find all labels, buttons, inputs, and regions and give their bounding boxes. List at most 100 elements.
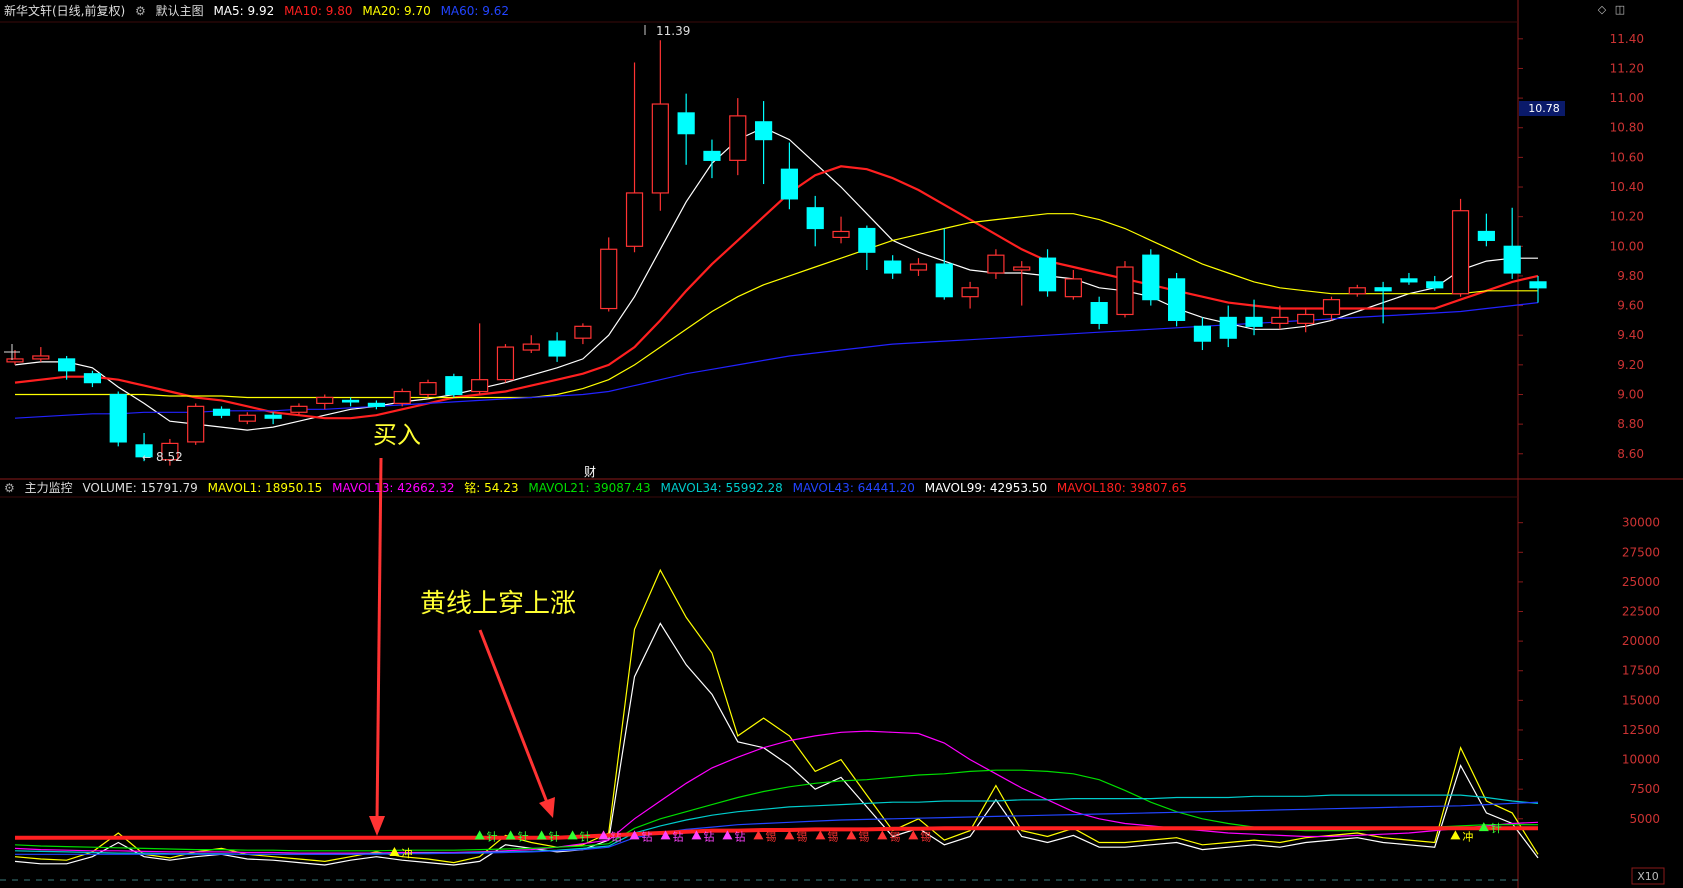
stock-name[interactable]: 新华文轩(日线,前复权) [4, 4, 125, 18]
candle[interactable] [1142, 249, 1160, 306]
settings-gear-icon[interactable]: ⚙ [135, 4, 146, 18]
volume-lines [14, 568, 1539, 866]
candle[interactable] [445, 373, 463, 398]
candle[interactable] [1193, 317, 1212, 351]
candle[interactable] [1477, 213, 1495, 247]
candle[interactable] [961, 281, 979, 309]
signal-label: 针 [580, 829, 591, 843]
volume-tick-label: 15000 [1622, 693, 1660, 707]
mavol99-value: MAVOL99: 42953.50 [924, 481, 1048, 495]
volume-tick-label: 5000 [1629, 812, 1660, 826]
main-chart-header: 新华文轩(日线,前复权) ⚙ 默认主图 MA5: 9.92 MA10: 9.80… [4, 1, 515, 21]
price-tick-label: 8.80 [1617, 417, 1644, 431]
signal-triangle [389, 846, 400, 856]
signal-triangle [815, 830, 826, 840]
candle[interactable] [1064, 270, 1082, 300]
candle[interactable] [1168, 272, 1186, 327]
candle[interactable] [83, 370, 102, 388]
price-tick-label: 9.60 [1617, 299, 1644, 313]
candle[interactable] [548, 332, 566, 362]
candle[interactable] [419, 379, 437, 398]
chart-canvas[interactable]: 11.40 11.20 11.00 10.80 10.60 10.40 10.20 10.00… [0, 0, 1683, 888]
diamond-icon[interactable]: ◇ [1596, 4, 1608, 16]
candle[interactable] [909, 258, 928, 276]
candles[interactable] [6, 40, 1547, 466]
candle[interactable] [884, 255, 902, 279]
volume-tick-label: 7500 [1629, 782, 1660, 796]
price-tick-label: 11.20 [1610, 61, 1644, 75]
ma20-value: MA20: 9.70 [362, 4, 431, 18]
signal-label: 冲 [1462, 829, 1473, 843]
candle[interactable] [806, 195, 824, 247]
candle[interactable] [367, 400, 385, 410]
volume-tick-label: 27500 [1622, 545, 1660, 559]
candle[interactable] [1400, 272, 1418, 285]
signal-triangle [474, 830, 485, 840]
volume-tick-label: 22500 [1622, 605, 1660, 619]
collapse-icon[interactable]: ⚙ [4, 481, 15, 495]
candle[interactable] [1374, 281, 1392, 324]
ma10-value: MA10: 9.80 [284, 4, 353, 18]
mavol43-value: MAVOL43: 64441.20 [792, 481, 915, 495]
candle[interactable] [935, 228, 953, 300]
candle[interactable] [858, 225, 876, 271]
candle[interactable] [393, 388, 411, 407]
price-tick-label: 10.40 [1610, 180, 1644, 194]
candle[interactable] [1348, 284, 1366, 297]
candle[interactable] [1451, 198, 1470, 297]
price-tick-label: 11.40 [1610, 32, 1644, 46]
candle[interactable] [264, 412, 282, 425]
price-tick-label: 10.00 [1610, 239, 1644, 253]
candle[interactable] [109, 391, 127, 447]
indicator-name[interactable]: 主力监控 [25, 481, 73, 495]
x10-badge[interactable]: X10 [1631, 867, 1665, 885]
crosshair-cursor [4, 344, 20, 360]
price-tick-label: 9.00 [1617, 387, 1644, 401]
candle[interactable] [238, 412, 256, 425]
candle[interactable] [1090, 296, 1108, 330]
mavol13-value: MAVOL13: 42662.32 [332, 481, 455, 495]
mavol34-value: MAVOL34: 55992.28 [660, 481, 783, 495]
candle[interactable] [625, 62, 644, 253]
candle[interactable] [187, 403, 205, 445]
high-marker: 11.39 [644, 24, 690, 38]
candle[interactable] [32, 347, 50, 362]
panel-toggle-icon[interactable]: ◫ [1614, 4, 1626, 16]
chart-label[interactable]: 默认主图 [156, 4, 204, 18]
ma5-value: MA5: 9.92 [213, 4, 275, 18]
signal-triangle [877, 830, 888, 840]
mavol21-value: MAVOL21: 39087.43 [528, 481, 651, 495]
signal-label: 冲 [401, 846, 412, 860]
candle[interactable] [341, 397, 360, 407]
sub-chart-header: ⚙ 主力监控 VOLUME: 15791.79 MAVOL1: 18950.15… [4, 478, 1193, 498]
candle[interactable] [754, 101, 773, 185]
candle[interactable] [1322, 296, 1341, 321]
candle[interactable] [832, 216, 850, 244]
candle[interactable] [522, 335, 540, 353]
candle[interactable] [651, 40, 669, 211]
candle[interactable] [780, 142, 799, 210]
candle[interactable] [987, 249, 1005, 279]
candle[interactable] [496, 344, 515, 383]
signal-label: 锡 [796, 829, 807, 843]
candle[interactable] [574, 323, 592, 345]
signal-label: 钻 [611, 829, 622, 843]
price-tick-label: 9.40 [1617, 328, 1644, 342]
candle[interactable] [471, 323, 489, 395]
candle[interactable] [600, 237, 618, 312]
candle[interactable] [1529, 275, 1547, 303]
series-line-mavol13 [14, 730, 1539, 854]
candle[interactable] [1297, 308, 1315, 333]
candle[interactable] [1219, 305, 1237, 348]
current-price-label: 10.78 [1528, 102, 1560, 115]
signal-triangle [908, 830, 919, 840]
candle[interactable] [729, 98, 747, 176]
candle[interactable] [1116, 261, 1134, 318]
candle[interactable] [677, 93, 695, 165]
candle[interactable] [1038, 249, 1057, 297]
candle[interactable] [290, 403, 308, 416]
candle[interactable] [1013, 261, 1031, 306]
candle[interactable] [316, 394, 334, 410]
signal-triangle [1450, 830, 1461, 840]
candle[interactable] [212, 406, 231, 419]
